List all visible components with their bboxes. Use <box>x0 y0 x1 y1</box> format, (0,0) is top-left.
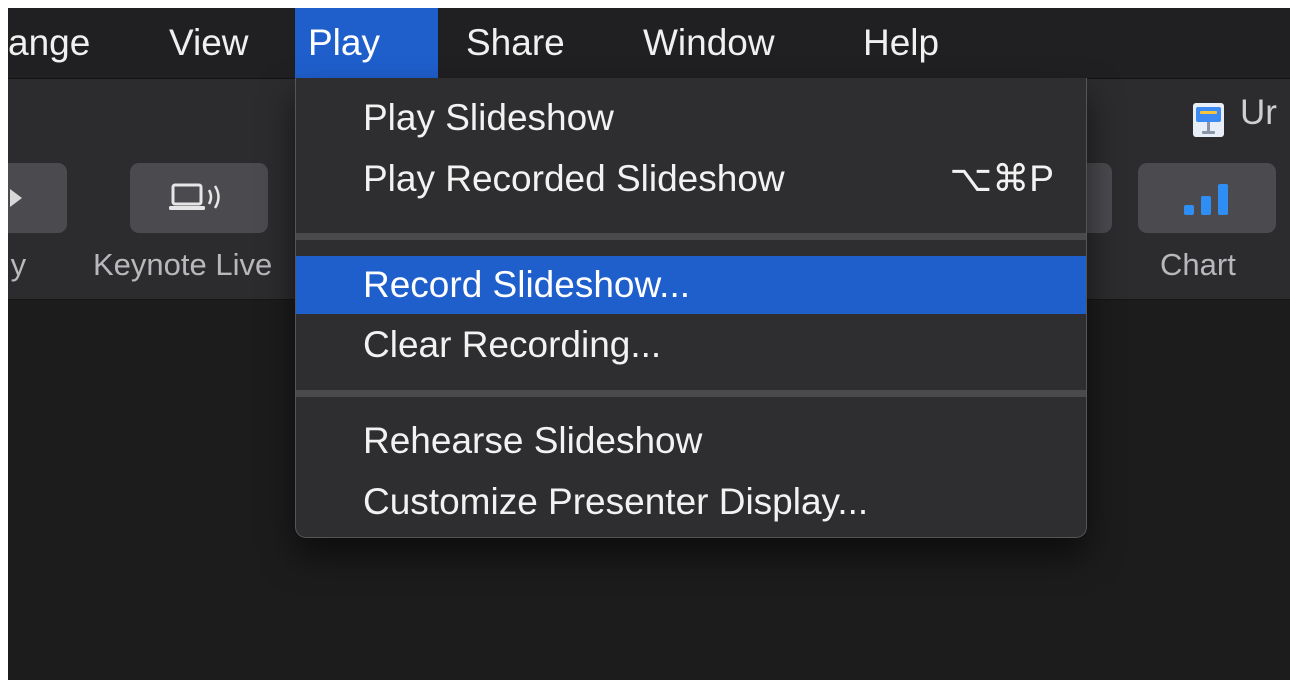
keynote-document-icon <box>1193 103 1224 137</box>
play-toolbar-label: ıy <box>8 247 27 282</box>
keyboard-shortcut: ⌥⌘P <box>949 158 1054 199</box>
play-slideshow-item[interactable]: Play Slideshow <box>296 89 1086 147</box>
play-recorded-slideshow-item[interactable]: Play Recorded Slideshow ⌥⌘P <box>296 150 1086 208</box>
chart-label: Chart <box>1160 247 1236 282</box>
menu-separator <box>296 233 1086 240</box>
customize-presenter-display-item[interactable]: Customize Presenter Display... <box>296 473 1086 531</box>
keynote-live-label: Keynote Live <box>93 247 273 282</box>
screen: ange View Play Share Window Help Ur ıy <box>8 8 1290 680</box>
keynote-live-button[interactable] <box>130 163 268 233</box>
chart-icon <box>1184 184 1228 215</box>
menu-item-label: Play Slideshow <box>363 97 614 138</box>
keynote-live-icon <box>169 183 220 210</box>
menu-item-label: Play Recorded Slideshow <box>363 158 785 199</box>
menu-item-label: Clear Recording... <box>363 324 662 365</box>
play-menu-dropdown: Play Slideshow Play Recorded Slideshow ⌥… <box>295 78 1087 538</box>
menu-play[interactable]: Play <box>295 8 438 78</box>
chart-button[interactable] <box>1138 163 1276 233</box>
menu-item-label: Customize Presenter Display... <box>363 481 869 522</box>
menu-item-label: Rehearse Slideshow <box>363 420 703 461</box>
menu-view[interactable]: View <box>156 8 262 78</box>
clear-recording-item[interactable]: Clear Recording... <box>296 316 1086 374</box>
menu-separator <box>296 390 1086 397</box>
play-toolbar-button[interactable] <box>8 163 67 233</box>
record-slideshow-item[interactable]: Record Slideshow... <box>296 256 1086 314</box>
menu-bar: ange View Play Share Window Help <box>8 8 1290 79</box>
menu-item-label: Record Slideshow... <box>363 264 691 305</box>
menu-window[interactable]: Window <box>630 8 788 78</box>
document-title: Ur <box>1240 93 1277 132</box>
menu-help[interactable]: Help <box>850 8 952 78</box>
play-icon <box>10 189 22 207</box>
rehearse-slideshow-item[interactable]: Rehearse Slideshow <box>296 412 1086 470</box>
menu-arrange[interactable]: ange <box>8 8 103 78</box>
menu-share[interactable]: Share <box>453 8 578 78</box>
